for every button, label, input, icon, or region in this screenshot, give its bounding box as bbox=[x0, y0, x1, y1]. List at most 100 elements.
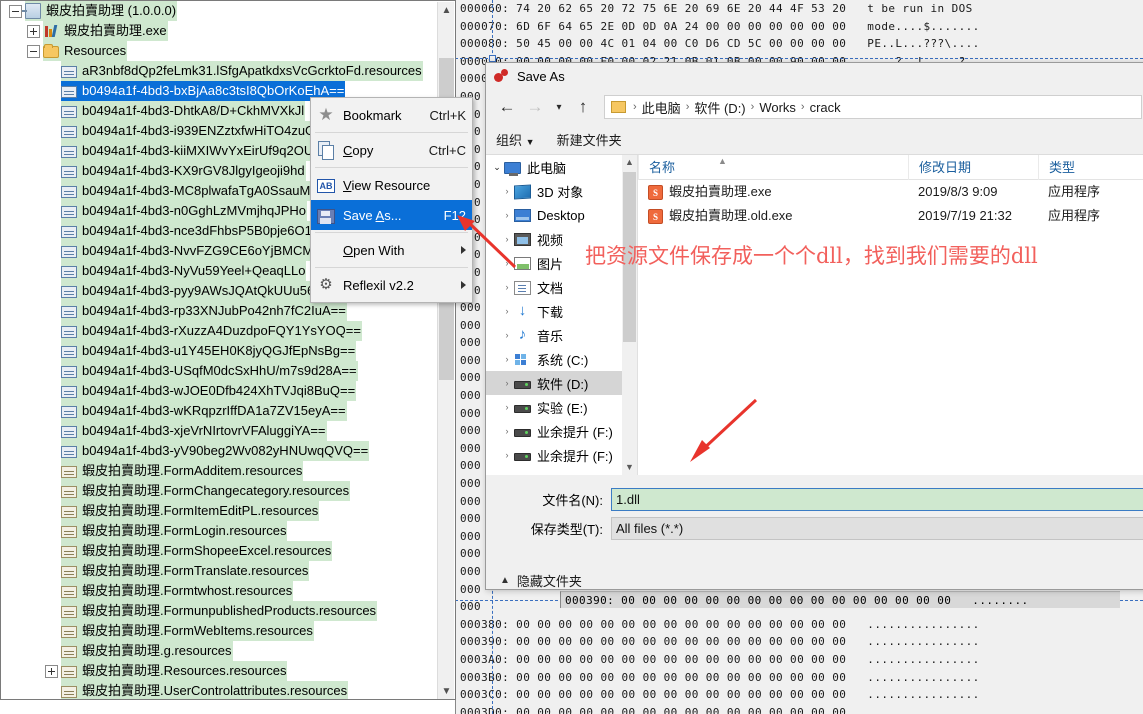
tree-row[interactable]: 蝦皮拍賣助理.UserControlattributes.resources bbox=[1, 681, 439, 699]
scroll-down-icon[interactable]: ▼ bbox=[438, 683, 455, 699]
navigation-pane[interactable]: ⌄ 此电脑 › 3D 对象 › Desktop › 视频 › 图片 › 文档 › ↓ 下载 › ♪ 音乐 › 系统 (… bbox=[486, 155, 638, 475]
navigation-tree[interactable]: ⌄ 此电脑 › 3D 对象 › Desktop › 视频 › 图片 › 文档 › ↓ 下载 › ♪ 音乐 › 系统 (… bbox=[486, 155, 637, 467]
file-row[interactable]: S 蝦皮拍賣助理.old.exe 2019/7/19 21:32 应用程序 bbox=[638, 204, 1143, 228]
column-header-type[interactable]: 类型 bbox=[1038, 155, 1138, 180]
chevron-right-icon[interactable]: › bbox=[500, 330, 514, 340]
chevron-right-icon[interactable]: › bbox=[500, 282, 514, 292]
filetype-select[interactable]: All files (*.*) bbox=[611, 517, 1143, 540]
menu-item-shortcut: Ctrl+K bbox=[429, 107, 466, 123]
tree-row[interactable]: b0494a1f-4bd3-yV90beg2Wv082yHNUwqQVQ== bbox=[1, 441, 439, 461]
address-breadcrumb-bar[interactable]: › 此电脑 › 软件 (D:) › Works › crack bbox=[604, 95, 1142, 119]
nav-item[interactable]: › 文档 bbox=[486, 275, 637, 299]
dialog-toolbar[interactable]: 组织 ▼ 新建文件夹 bbox=[486, 125, 1143, 155]
file-list-header[interactable]: ▲ 名称 修改日期 类型 bbox=[638, 155, 1143, 180]
breadcrumb-segment[interactable]: Works bbox=[759, 100, 796, 115]
nav-item[interactable]: ⌄ 此电脑 bbox=[486, 155, 637, 179]
file-row[interactable]: S 蝦皮拍賣助理.exe 2019/8/3 9:09 应用程序 bbox=[638, 180, 1143, 204]
expander-placeholder bbox=[45, 265, 58, 278]
expander-minus-icon[interactable] bbox=[9, 4, 22, 18]
menu-item-reflexil-v2-2[interactable]: ⚙ Reflexil v2.2 bbox=[311, 270, 472, 300]
new-folder-button[interactable]: 新建文件夹 bbox=[557, 130, 622, 149]
tree-row[interactable]: 蝦皮拍賣助理.exe bbox=[1, 21, 439, 41]
chevron-right-icon[interactable]: › bbox=[500, 402, 514, 412]
expander-placeholder bbox=[45, 185, 58, 198]
menu-item-save-as[interactable]: Save As... F12 bbox=[311, 200, 472, 230]
menu-item-view-resource[interactable]: AB View Resource bbox=[311, 170, 472, 200]
breadcrumb-segment[interactable]: crack bbox=[810, 100, 841, 115]
scroll-up-icon[interactable]: ▲ bbox=[438, 2, 455, 19]
tree-row[interactable]: 蝦皮拍賣助理.FormTranslate.resources bbox=[1, 561, 439, 581]
navigation-scrollbar[interactable]: ▲ ▼ bbox=[622, 155, 637, 475]
breadcrumb-segment[interactable]: 此电脑 bbox=[642, 98, 681, 117]
tree-row[interactable]: 蝦皮拍賣助理 (1.0.0.0) bbox=[1, 1, 439, 21]
nav-item[interactable]: › ♪ 音乐 bbox=[486, 323, 637, 347]
expander-plus-icon[interactable] bbox=[27, 24, 40, 38]
chevron-right-icon[interactable]: › bbox=[500, 258, 514, 268]
organize-button[interactable]: 组织 ▼ bbox=[496, 130, 535, 149]
menu-item-copy[interactable]: Copy Ctrl+C bbox=[311, 135, 472, 165]
tree-row[interactable]: 蝦皮拍賣助理.Resources.resources bbox=[1, 661, 439, 681]
chevron-right-icon[interactable]: › bbox=[500, 354, 514, 364]
tree-row[interactable]: aR3nbf8dQp2feLmk31.lSfgApatkdxsVcGcrktoF… bbox=[1, 61, 439, 81]
nav-scroll-up-icon[interactable]: ▲ bbox=[622, 155, 637, 170]
chevron-down-icon[interactable]: ⌄ bbox=[490, 162, 504, 173]
tree-row[interactable]: b0494a1f-4bd3-xjeVrNIrtovrVFAluggiYA== bbox=[1, 421, 439, 441]
chevron-right-icon[interactable]: › bbox=[500, 234, 514, 244]
nav-item[interactable]: › 业余提升 (F:) bbox=[486, 443, 637, 467]
nav-item[interactable]: › 3D 对象 bbox=[486, 179, 637, 203]
tree-row[interactable]: 蝦皮拍賣助理.FormunpublishedProducts.resources bbox=[1, 601, 439, 621]
save-as-dialog[interactable]: Save As ← → ▾ ↑ › 此电脑 › 软件 (D:) › Works › crack… bbox=[485, 62, 1143, 590]
menu-item-open-with[interactable]: Open With bbox=[311, 235, 472, 265]
nav-item[interactable]: › 业余提升 (F:) bbox=[486, 419, 637, 443]
tree-row[interactable]: 蝦皮拍賣助理.g.resources bbox=[1, 641, 439, 661]
tree-row[interactable]: 蝦皮拍賣助理.FormChangecategory.resources bbox=[1, 481, 439, 501]
up-button[interactable]: ↑ bbox=[570, 94, 596, 120]
tree-row[interactable]: 蝦皮拍賣助理.FormAdditem.resources bbox=[1, 461, 439, 481]
filename-input[interactable]: 1.dll bbox=[611, 488, 1143, 511]
tree-row[interactable]: 蝦皮拍賣助理.FormShopeeExcel.resources bbox=[1, 541, 439, 561]
nav-item[interactable]: › 软件 (D:) bbox=[486, 371, 637, 395]
nav-item[interactable]: › 实验 (E:) bbox=[486, 395, 637, 419]
tree-row[interactable]: b0494a1f-4bd3-wJOE0Dfb424XhTVJqi8BuQ== bbox=[1, 381, 439, 401]
tree-row[interactable]: b0494a1f-4bd3-u1Y45EH0K8jyQGJfEpNsBg== bbox=[1, 341, 439, 361]
chevron-right-icon[interactable]: › bbox=[500, 426, 514, 436]
nav-item[interactable]: › ↓ 下载 bbox=[486, 299, 637, 323]
nav-item[interactable]: › Desktop bbox=[486, 203, 637, 227]
tree-row[interactable]: 蝦皮拍賣助理.FormWebItems.resources bbox=[1, 621, 439, 641]
expander-minus-icon[interactable] bbox=[27, 44, 40, 58]
tree-row[interactable]: b0494a1f-4bd3-wKRqpzrIffDA1a7ZV15eyA== bbox=[1, 401, 439, 421]
nav-scroll-down-icon[interactable]: ▼ bbox=[622, 460, 637, 475]
tree-row[interactable]: b0494a1f-4bd3-rXuzzA4DuzdpoFQY1YsYOQ== bbox=[1, 321, 439, 341]
file-list-rows[interactable]: S 蝦皮拍賣助理.exe 2019/8/3 9:09 应用程序 S 蝦皮拍賣助理.old.… bbox=[638, 180, 1143, 228]
expander-placeholder bbox=[45, 245, 58, 258]
tree-row-label: b0494a1f-4bd3-NyVu59Yeel+QeaqLLo bbox=[82, 263, 306, 278]
chevron-right-icon[interactable]: › bbox=[500, 210, 514, 220]
expander-placeholder bbox=[45, 125, 58, 138]
tree-row[interactable]: Resources bbox=[1, 41, 439, 61]
nav-item[interactable]: › 系统 (C:) bbox=[486, 347, 637, 371]
hide-folders-toggle[interactable]: ▲ 隐藏文件夹 bbox=[486, 545, 1143, 589]
chevron-right-icon[interactable]: › bbox=[500, 450, 514, 460]
chevron-right-icon[interactable]: › bbox=[500, 306, 514, 316]
tree-row[interactable]: 蝦皮拍賣助理.FormLogin.resources bbox=[1, 521, 439, 541]
tree-row[interactable]: 蝦皮拍賣助理.FormItemEditPL.resources bbox=[1, 501, 439, 521]
expander-plus-icon[interactable] bbox=[45, 664, 58, 678]
file-list-pane[interactable]: ▲ 名称 修改日期 类型 S 蝦皮拍賣助理.exe 2019/8/3 9:09 应用程… bbox=[638, 155, 1143, 475]
resource-file-icon bbox=[61, 666, 77, 678]
forward-button[interactable]: → bbox=[522, 94, 548, 120]
column-header-date[interactable]: 修改日期 bbox=[908, 155, 1038, 180]
resource-icon bbox=[61, 146, 77, 158]
chevron-right-icon[interactable]: › bbox=[500, 186, 514, 196]
dialog-navigation-bar[interactable]: ← → ▾ ↑ › 此电脑 › 软件 (D:) › Works › crack bbox=[486, 89, 1143, 125]
back-button[interactable]: ← bbox=[494, 94, 520, 120]
chevron-right-icon[interactable]: › bbox=[500, 378, 514, 388]
tree-row[interactable]: 蝦皮拍賣助理.Formtwhost.resources bbox=[1, 581, 439, 601]
recent-locations-chevron-down-icon[interactable]: ▾ bbox=[550, 94, 568, 120]
tree-context-menu[interactable]: ★ Bookmark Ctrl+K Copy Ctrl+C AB View Resource… bbox=[310, 97, 473, 303]
hex-guide-handle-topleft[interactable] bbox=[489, 55, 496, 62]
tree-row[interactable]: b0494a1f-4bd3-rp33XNJubPo42nh7fC2IuA== bbox=[1, 301, 439, 321]
menu-item-bookmark[interactable]: ★ Bookmark Ctrl+K bbox=[311, 100, 472, 130]
tree-row[interactable]: b0494a1f-4bd3-USqfM0dcSxHhU/m7s9d28A== bbox=[1, 361, 439, 381]
breadcrumb-segment[interactable]: 软件 (D:) bbox=[694, 98, 745, 117]
column-header-name[interactable]: 名称 bbox=[638, 155, 908, 180]
